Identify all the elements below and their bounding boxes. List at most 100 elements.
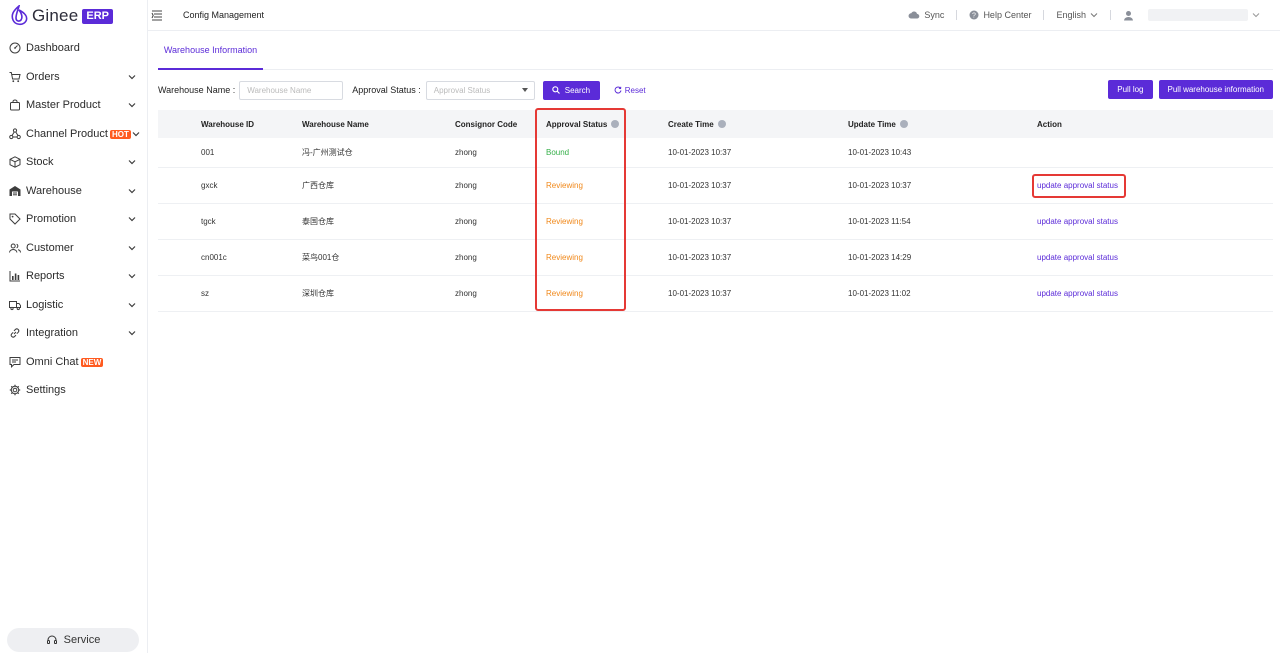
ginee-logo[interactable]: Ginee ERP (9, 4, 113, 28)
sync-label: Sync (924, 10, 945, 20)
cell-warehouse-name-text: 冯-广州测试仓 (302, 148, 353, 157)
divider (956, 10, 958, 20)
people-icon (9, 242, 21, 254)
cell-warehouse-id: gxck (158, 181, 302, 190)
bag-icon (9, 99, 21, 111)
cell-consignor-code-text: zhong (455, 217, 477, 226)
filter-bar: Warehouse Name : Approval Status : Appro… (158, 80, 1273, 100)
search-button[interactable]: Search (542, 80, 600, 100)
divider (1110, 10, 1111, 20)
cell-warehouse-name: 冯-广州测试仓 (302, 147, 455, 158)
approval-status-label: Approval Status : (352, 85, 421, 95)
sidebar-item-customer[interactable]: Customer (0, 234, 148, 263)
sidebar-item-stock[interactable]: Stock (0, 148, 148, 177)
cell-update-time-text: 10-01-2023 10:43 (848, 148, 912, 157)
chevron-down-icon (127, 214, 137, 224)
info-icon[interactable] (611, 120, 620, 128)
table-row: gxck 广西仓库 zhong Reviewing 10-01-2023 10:37 10… (158, 168, 1273, 204)
headset-icon (46, 635, 57, 644)
sidebar-item-master-product[interactable]: Master Product (0, 91, 148, 120)
brand-badge: ERP (82, 8, 113, 24)
sidebar-item-label: Channel Product HOT (26, 128, 131, 140)
sidebar-item-settings[interactable]: Settings (0, 376, 148, 405)
cart-icon (9, 71, 21, 83)
sidebar-item-logistic[interactable]: Logistic (0, 291, 148, 320)
update-approval-status-link[interactable]: update approval status (1037, 253, 1118, 262)
refresh-icon (614, 86, 622, 94)
cell-consignor-code-text: zhong (455, 181, 477, 190)
update-approval-status-link[interactable]: update approval status (1037, 181, 1118, 190)
cell-update-time-text: 10-01-2023 14:29 (848, 253, 912, 262)
box-icon (9, 156, 21, 169)
sidebar-item-label: Settings (26, 384, 137, 396)
chevron-down-icon (127, 186, 137, 196)
sidebar-item-warehouse[interactable]: Warehouse (0, 177, 148, 206)
search-icon (551, 86, 560, 94)
pull-log-button[interactable]: Pull log (1108, 80, 1153, 99)
warehouse-icon (9, 185, 21, 197)
info-icon[interactable] (717, 120, 726, 128)
table-row: cn001c 菜鸟001仓 zhong Reviewing 10-01-2023 10:… (158, 240, 1273, 276)
cell-warehouse-id-text: gxck (201, 181, 218, 190)
help-center-link[interactable]: ? Help Center (969, 10, 1031, 20)
status-badge: Reviewing (546, 253, 583, 262)
approval-status-select[interactable]: Approval Status (425, 80, 535, 100)
sidebar-item-text: Channel Product (26, 127, 108, 140)
sidebar-item-label: Master Product (26, 99, 127, 111)
link-icon (9, 327, 21, 339)
cell-warehouse-id-text: cn001c (201, 253, 227, 262)
update-approval-status-link[interactable]: update approval status (1037, 289, 1118, 298)
tag-icon (9, 213, 21, 225)
sidebar-item-omni-chat[interactable]: Omni Chat NEW (0, 348, 148, 377)
sidebar-item-orders[interactable]: Orders (0, 63, 148, 92)
cell-update-time-text: 10-01-2023 10:37 (848, 181, 912, 190)
cell-create-time: 10-01-2023 10:37 (668, 181, 848, 190)
menu-collapse-icon[interactable] (151, 9, 163, 21)
reset-button[interactable]: Reset (614, 86, 646, 95)
cell-warehouse-name: 广西仓库 (302, 180, 455, 191)
status-badge: Bound (546, 148, 570, 157)
sidebar-item-promotion[interactable]: Promotion (0, 205, 148, 234)
tab-warehouse-information[interactable]: Warehouse Information (158, 32, 263, 70)
bar-chart-icon (9, 270, 21, 282)
sidebar-item-integration[interactable]: Integration (0, 319, 148, 348)
cell-consignor-code-text: zhong (455, 289, 477, 298)
sidebar-item-channel-product[interactable]: Channel Product HOT (0, 120, 148, 149)
pull-warehouse-information-button[interactable]: Pull warehouse information (1158, 80, 1273, 99)
cell-approval-status: Bound (546, 148, 668, 157)
col-approval-status: Approval Status (546, 120, 668, 129)
warehouse-name-field[interactable] (239, 80, 344, 100)
sync-button[interactable]: Sync (908, 10, 944, 20)
sidebar-item-label: Orders (26, 71, 127, 83)
chat-icon (9, 356, 21, 368)
sidebar-item-label: Omni Chat NEW (26, 356, 137, 368)
sidebar-nav: Dashboard Orders Master Product Channel Pro… (0, 34, 148, 405)
sidebar-item-reports[interactable]: Reports (0, 262, 148, 291)
chevron-down-icon (127, 157, 137, 167)
cell-create-time-text: 10-01-2023 10:37 (668, 253, 732, 262)
cell-action: update approval status (1028, 181, 1273, 190)
cell-warehouse-id-text: tgck (201, 217, 216, 226)
warehouse-name-input[interactable] (247, 85, 343, 95)
status-badge: Reviewing (546, 289, 583, 298)
cloud-sync-icon (908, 11, 920, 19)
caret-down-icon (521, 88, 528, 92)
update-approval-status-link[interactable]: update approval status (1037, 217, 1118, 226)
col-create-time-label: Create Time (668, 119, 714, 129)
chevron-down-icon (127, 100, 137, 110)
language-selector[interactable]: English (1056, 10, 1098, 20)
chevron-down-icon (1252, 13, 1260, 18)
sidebar-item-text: Dashboard (26, 42, 80, 55)
sidebar-item-text: Reports (26, 270, 65, 283)
service-button[interactable]: Service (7, 628, 139, 652)
sidebar-item-text: Settings (26, 384, 66, 397)
warehouse-table: Warehouse ID Warehouse Name Consignor Co… (158, 110, 1273, 312)
chevron-down-icon (127, 243, 137, 253)
sidebar-item-dashboard[interactable]: Dashboard (0, 34, 148, 63)
sidebar-item-text: Master Product (26, 99, 101, 112)
tab-bar: Warehouse Information (158, 32, 1273, 70)
table-header: Warehouse ID Warehouse Name Consignor Co… (158, 110, 1273, 138)
user-menu[interactable] (1123, 9, 1260, 21)
cell-consignor-code: zhong (455, 148, 546, 157)
info-icon[interactable] (899, 120, 908, 128)
